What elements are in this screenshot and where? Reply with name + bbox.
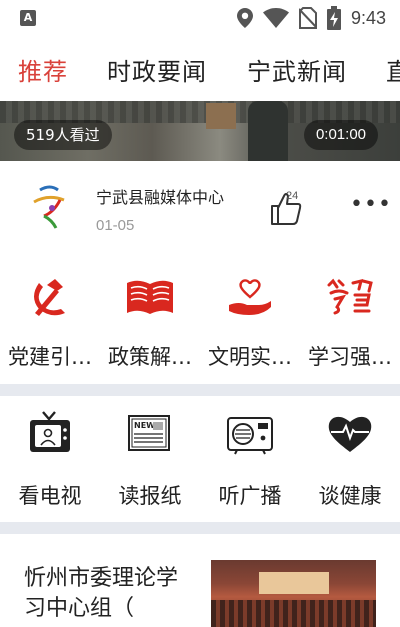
media-center-logo[interactable] (30, 182, 70, 230)
status-bar: A 9:43 (0, 0, 400, 36)
article-title[interactable]: 忻州市委理论学习中心组（ (24, 564, 194, 624)
category-label: 看电视 (18, 484, 82, 508)
battery-charging-icon (326, 6, 341, 30)
category-grid-1: 党建引… 政策解… 文明实… 学习强… (0, 275, 400, 375)
location-icon (236, 8, 253, 28)
article-thumbnail[interactable] (211, 560, 376, 627)
like-count: 24 (286, 190, 299, 202)
more-options-icon[interactable]: ••• (350, 194, 392, 216)
tab-recommend[interactable]: 推荐 (18, 52, 68, 87)
wifi-icon (262, 8, 289, 28)
video-frame-detail (206, 103, 236, 129)
source-row: 宁武县融媒体中心 01-05 24 ••• (0, 162, 400, 252)
clock: 9:43 (350, 7, 386, 28)
category-label: 听广播 (218, 484, 282, 508)
tv-icon (30, 411, 70, 452)
publish-date: 01-05 (96, 217, 135, 234)
heart-hand-icon (229, 279, 271, 315)
section-divider (0, 522, 400, 534)
app-notification-icon: A (20, 10, 36, 26)
xuexi-calligraphy-icon (327, 278, 373, 315)
thumbnail-detail (211, 600, 376, 627)
newspaper-icon: NEWS (128, 415, 170, 451)
duration-badge: 0:01:00 (303, 120, 378, 150)
video-frame-detail (248, 101, 288, 161)
hammer-sickle-icon (34, 279, 65, 316)
category-label: 党建引… (8, 345, 92, 369)
no-sim-icon (298, 7, 317, 29)
category-label: 文明实… (208, 345, 292, 369)
category-label: 谈健康 (318, 484, 382, 508)
section-divider (0, 384, 400, 396)
view-count-badge: 519人看过 (14, 120, 112, 150)
channel-tabs: 推荐 时政要闻 宁武新闻 直 (0, 40, 400, 100)
video-thumbnail[interactable]: 519人看过 0:01:00 (0, 101, 400, 161)
category-grid-2: 看电视 NEWS 读报纸 听广播 谈健康 (0, 410, 400, 510)
thumbnail-detail (259, 572, 329, 594)
tab-local-news[interactable]: 宁武新闻 (247, 52, 347, 87)
source-name[interactable]: 宁武县融媒体中心 (96, 184, 224, 208)
status-icons: 9:43 (236, 6, 386, 30)
category-label: 读报纸 (118, 484, 182, 508)
category-label: 学习强… (308, 345, 392, 369)
tab-live[interactable]: 直 (386, 52, 400, 87)
heartbeat-icon (328, 416, 372, 452)
radio-icon (227, 417, 273, 455)
open-book-icon (127, 280, 173, 314)
category-label: 政策解… (108, 345, 192, 369)
tab-politics[interactable]: 时政要闻 (107, 52, 207, 87)
